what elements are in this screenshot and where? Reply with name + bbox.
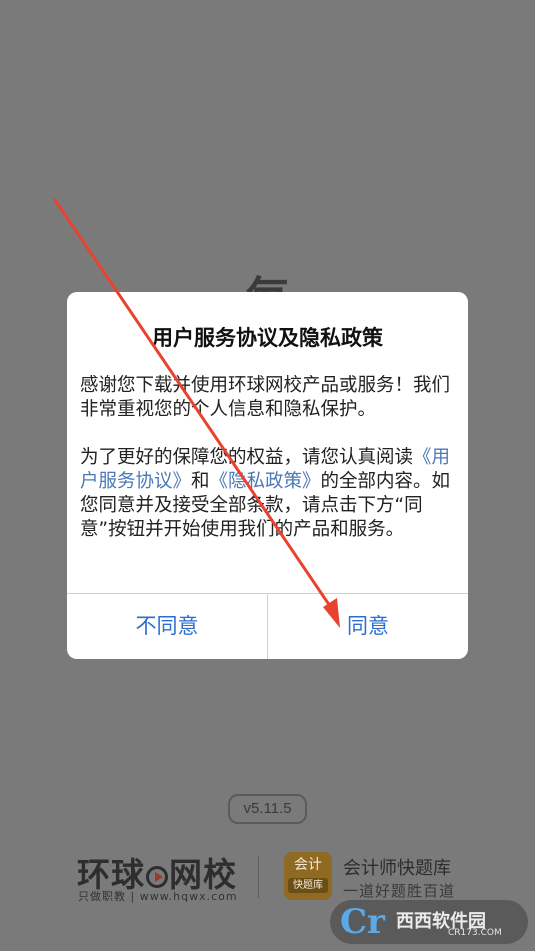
footer-branding: 环球 网校 只做职教 | www.hqwx.com 会计 快题库 会计师快题库 一… <box>0 848 535 908</box>
watermark-sub: CR173.COM <box>448 928 502 938</box>
agree-button[interactable]: 同意 <box>268 594 468 659</box>
watermark-logo-icon: Cr <box>340 902 385 942</box>
privacy-dialog: 用户服务协议及隐私政策 感谢您下载并使用环球网校产品或服务！我们非常重视您的个人… <box>67 292 468 659</box>
app-icon-top: 会计 <box>294 857 322 873</box>
brand-subtitle: 只做职教 | www.hqwx.com <box>78 890 238 903</box>
para2-before: 为了更好的保障您的权益，请您认真阅读 <box>80 447 414 468</box>
app-name: 会计师快题库 <box>343 858 451 879</box>
play-icon <box>146 865 168 888</box>
dialog-paragraph-2: 为了更好的保障您的权益，请您认真阅读《用户服务协议》和《隐私政策》的全部内容。如… <box>80 446 458 542</box>
dialog-title: 用户服务协议及隐私政策 <box>152 326 383 350</box>
app-tagline: 一道好题胜百道 <box>343 882 456 900</box>
version-badge: v5.11.5 <box>228 794 307 824</box>
app-icon-bottom: 快题库 <box>288 878 328 893</box>
privacy-policy-link[interactable]: 《隐私政策》 <box>210 471 321 492</box>
footer-divider <box>258 856 259 898</box>
dialog-paragraph-1: 感谢您下载并使用环球网校产品或服务！我们非常重视您的个人信息和隐私保护。 <box>80 375 451 420</box>
para2-and: 和 <box>191 471 210 492</box>
disagree-button[interactable]: 不同意 <box>67 594 267 659</box>
app-icon: 会计 快题库 <box>284 852 332 900</box>
dialog-body: 感谢您下载并使用环球网校产品或服务！我们非常重视您的个人信息和隐私保护。 为了更… <box>80 374 458 542</box>
